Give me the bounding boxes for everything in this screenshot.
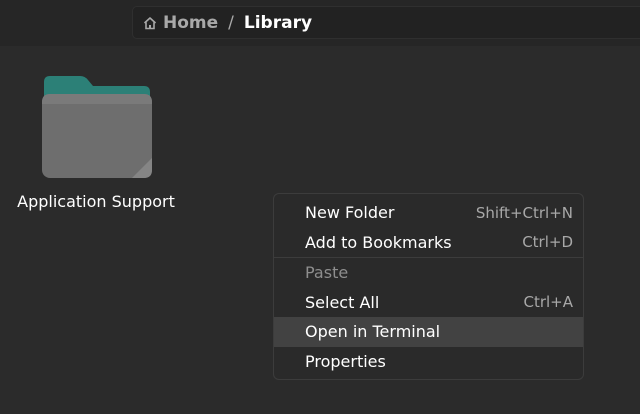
header-bar: Home / Library bbox=[0, 0, 640, 46]
folder-icon bbox=[42, 76, 152, 178]
home-icon bbox=[143, 16, 157, 29]
menu-item-shortcut: Ctrl+A bbox=[523, 293, 573, 312]
menu-item-label: New Folder bbox=[305, 203, 395, 223]
menu-item-label: Properties bbox=[305, 351, 386, 371]
breadcrumb-home[interactable]: Home bbox=[142, 13, 218, 33]
breadcrumb-home-label: Home bbox=[163, 12, 219, 33]
menu-item-add-to-bookmarks[interactable]: Add to Bookmarks Ctrl+D bbox=[274, 228, 583, 258]
context-menu: New Folder Shift+Ctrl+N Add to Bookmarks… bbox=[273, 193, 584, 380]
menu-item-select-all[interactable]: Select All Ctrl+A bbox=[274, 288, 583, 318]
breadcrumb: Home / Library bbox=[132, 6, 640, 39]
breadcrumb-library-label: Library bbox=[243, 12, 313, 33]
menu-item-label: Open in Terminal bbox=[305, 322, 441, 342]
file-name: Application Support bbox=[17, 192, 175, 211]
breadcrumb-library[interactable]: Library bbox=[244, 13, 312, 33]
menu-item-label: Paste bbox=[305, 263, 349, 283]
menu-item-properties[interactable]: Properties bbox=[274, 347, 583, 377]
breadcrumb-separator: / bbox=[228, 12, 234, 33]
menu-item-shortcut: Ctrl+D bbox=[522, 233, 573, 252]
menu-item-open-in-terminal[interactable]: Open in Terminal bbox=[274, 317, 583, 347]
menu-item-new-folder[interactable]: New Folder Shift+Ctrl+N bbox=[274, 198, 583, 228]
menu-item-label: Add to Bookmarks bbox=[305, 232, 452, 252]
menu-item-label: Select All bbox=[305, 292, 380, 312]
menu-item-shortcut: Shift+Ctrl+N bbox=[475, 203, 573, 222]
menu-item-paste[interactable]: Paste bbox=[274, 258, 583, 288]
